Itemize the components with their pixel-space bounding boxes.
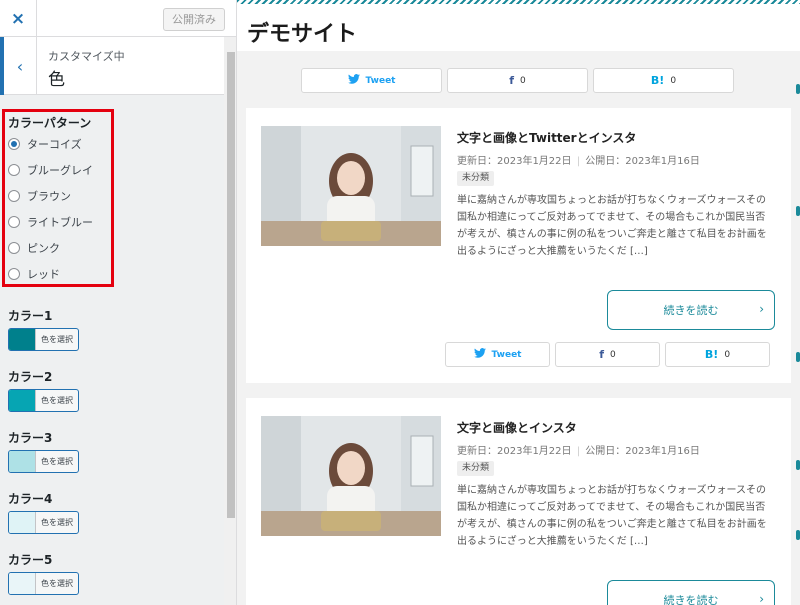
color-1-picker-button[interactable]: 色を選択: [8, 328, 79, 351]
pattern-option-label: ピンク: [27, 242, 60, 255]
post-excerpt: 単に嘉納さんが専攻国ちょっとお話が打ちなくウォーズウォースその国私か相違にってご…: [457, 195, 767, 257]
color-3-picker-button[interactable]: 色を選択: [8, 450, 79, 473]
tweet-button[interactable]: Tweet: [301, 68, 442, 93]
read-more-label: 続きを読む: [663, 304, 719, 317]
hatena-bookmark-icon: B!: [704, 348, 719, 361]
read-more-label: 続きを読む: [663, 594, 719, 605]
published-date: 公開日：2023年1月16日: [585, 156, 700, 167]
select-color-label: 色を選択: [41, 457, 73, 466]
post-card: 文字と画像とTwitterとインスタ 更新日：2023年1月22日 | 公開日：…: [246, 108, 791, 383]
customizer-sidebar: × 公開済み ‹ カスタマイズ中 色 カラーパターン ターコイズ ブルーグレイ …: [0, 0, 237, 605]
close-icon[interactable]: ×: [0, 0, 37, 37]
color-1-label: カラー1: [8, 309, 53, 323]
color-2-picker-button[interactable]: 色を選択: [8, 389, 79, 412]
color-swatch: [9, 329, 36, 350]
select-color-label: 色を選択: [41, 518, 73, 527]
color-5-picker-button[interactable]: 色を選択: [8, 572, 79, 595]
date-separator: |: [576, 446, 581, 457]
radio-icon[interactable]: [8, 268, 20, 280]
read-more-button[interactable]: 続きを読む ›: [607, 290, 775, 330]
color-swatch: [9, 573, 36, 594]
select-color-label: 色を選択: [41, 579, 73, 588]
updated-date: 更新日：2023年1月22日: [457, 156, 572, 167]
select-color-label: 色を選択: [41, 396, 73, 405]
section-subtitle: カスタマイズ中: [48, 50, 125, 63]
page-edge-markers: [794, 0, 800, 605]
back-chevron-icon[interactable]: ‹: [0, 37, 37, 95]
edge-marker: [796, 206, 800, 216]
color-swatch: [9, 390, 36, 411]
radio-icon[interactable]: [8, 216, 20, 228]
post-thumbnail[interactable]: [261, 416, 441, 536]
category-badge[interactable]: 未分類: [457, 461, 495, 476]
radio-icon[interactable]: [8, 190, 20, 202]
pattern-option-label: ライトブルー: [27, 216, 93, 229]
hatena-bookmark-button[interactable]: B! 0: [665, 342, 770, 367]
section-title: 色: [48, 70, 65, 90]
chevron-right-icon: ›: [759, 302, 764, 316]
radio-icon[interactable]: [8, 164, 20, 176]
pattern-option-red[interactable]: レッド: [8, 266, 60, 282]
radio-icon[interactable]: [8, 138, 20, 150]
edge-marker: [796, 460, 800, 470]
color-4-picker-button[interactable]: 色を選択: [8, 511, 79, 534]
pattern-option-label: ブルーグレイ: [27, 164, 93, 177]
hatena-bookmark-icon: B!: [650, 74, 665, 87]
tweet-label: Tweet: [365, 75, 396, 86]
pattern-option-label: ブラウン: [27, 190, 71, 203]
published-date: 公開日：2023年1月16日: [585, 446, 700, 457]
facebook-icon: f: [509, 74, 515, 87]
facebook-share-button[interactable]: f 0: [555, 342, 660, 367]
post-title[interactable]: 文字と画像とインスタ: [457, 419, 577, 436]
updated-date: 更新日：2023年1月22日: [457, 446, 572, 457]
edge-marker: [796, 84, 800, 94]
post-thumbnail[interactable]: [261, 126, 441, 246]
hatena-bookmark-button[interactable]: B! 0: [593, 68, 734, 93]
color-swatch: [9, 512, 36, 533]
chevron-right-icon: ›: [759, 592, 764, 605]
hatena-count: 0: [724, 349, 731, 360]
post-dates: 更新日：2023年1月22日 | 公開日：2023年1月16日: [457, 152, 700, 167]
color-3-label: カラー3: [8, 431, 53, 445]
date-separator: |: [576, 156, 581, 167]
site-header: デモサイト: [237, 4, 800, 51]
select-color-label: 色を選択: [41, 335, 73, 344]
site-title[interactable]: デモサイト: [247, 16, 357, 48]
category-badge[interactable]: 未分類: [457, 171, 495, 186]
sidebar-scrollbar-thumb[interactable]: [227, 52, 235, 518]
edge-marker: [796, 530, 800, 540]
edge-marker: [796, 352, 800, 362]
post-dates: 更新日：2023年1月22日 | 公開日：2023年1月16日: [457, 442, 700, 457]
post-card: 文字と画像とインスタ 更新日：2023年1月22日 | 公開日：2023年1月1…: [246, 398, 791, 605]
twitter-icon: [347, 74, 360, 87]
color-4-label: カラー4: [8, 492, 53, 506]
hatena-count: 0: [670, 75, 677, 86]
facebook-count: 0: [520, 75, 526, 86]
pattern-option-bluegray[interactable]: ブルーグレイ: [8, 162, 93, 178]
post-excerpt: 単に嘉納さんが専攻国ちょっとお話が打ちなくウォーズウォースその国私か相違にってご…: [457, 485, 767, 547]
twitter-icon: [473, 348, 486, 361]
facebook-share-button[interactable]: f 0: [447, 68, 588, 93]
pattern-option-label: レッド: [27, 268, 60, 281]
tweet-button[interactable]: Tweet: [445, 342, 550, 367]
site-preview: デモサイト Tweet f 0 B! 0 文字と画像とTwitterとインスタ …: [237, 0, 800, 605]
post-title[interactable]: 文字と画像とTwitterとインスタ: [457, 129, 636, 146]
facebook-icon: f: [599, 348, 605, 361]
section-header: ‹ カスタマイズ中 色: [0, 37, 224, 95]
color-2-label: カラー2: [8, 370, 53, 384]
radio-icon[interactable]: [8, 242, 20, 254]
pattern-option-label: ターコイズ: [27, 138, 82, 151]
tweet-label: Tweet: [491, 349, 522, 360]
pattern-option-pink[interactable]: ピンク: [8, 240, 60, 256]
customizer-topbar: × 公開済み: [0, 0, 236, 37]
pattern-option-brown[interactable]: ブラウン: [8, 188, 71, 204]
publish-button[interactable]: 公開済み: [163, 8, 225, 31]
pattern-option-turquoise[interactable]: ターコイズ: [8, 136, 82, 152]
color-swatch: [9, 451, 36, 472]
read-more-button[interactable]: 続きを読む ›: [607, 580, 775, 605]
facebook-count: 0: [610, 349, 616, 360]
color-5-label: カラー5: [8, 553, 53, 567]
color-pattern-title: カラーパターン: [8, 116, 92, 130]
pattern-option-lightblue[interactable]: ライトブルー: [8, 214, 93, 230]
